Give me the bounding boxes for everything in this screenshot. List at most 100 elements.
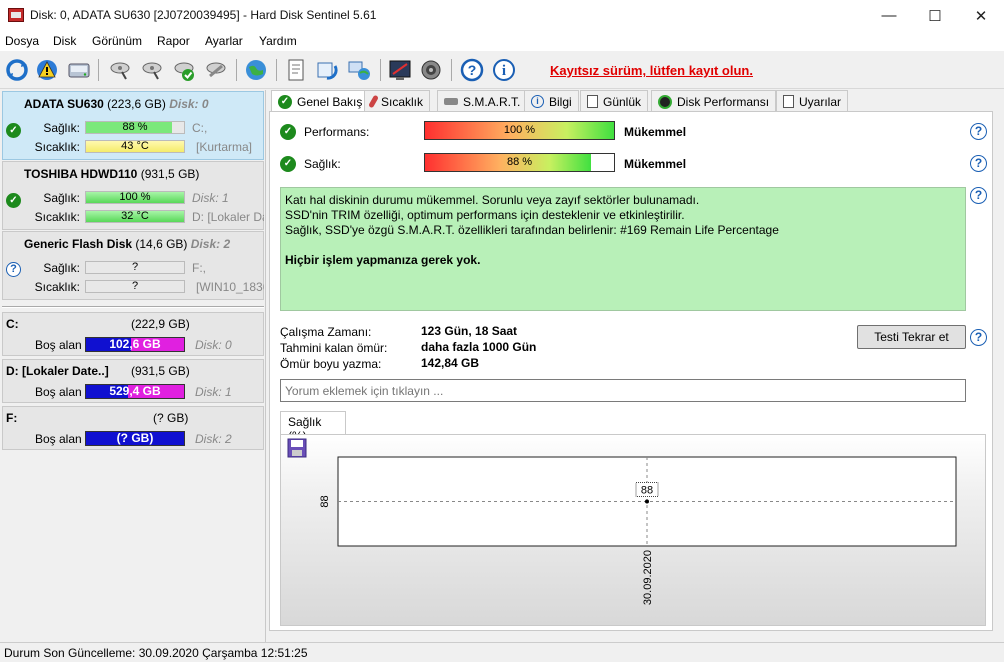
menu-disk[interactable]: Disk	[53, 34, 76, 48]
disk-name: TOSHIBA HDWD110	[24, 167, 138, 181]
performance-ok-icon: ✓	[280, 124, 296, 140]
help-icon[interactable]: ?	[458, 56, 486, 84]
tab-label: S.M.A.R.T.	[463, 94, 521, 109]
tab-disk-performance[interactable]: Disk Performansı	[651, 90, 777, 112]
health-label: Sağlık:	[43, 261, 80, 275]
temperature-label: Sıcaklık:	[34, 280, 80, 294]
alert-refresh-icon[interactable]	[33, 56, 61, 84]
lifetime-writes-value: 142,84 GB	[421, 356, 480, 370]
health-bar: 88 %	[85, 121, 185, 134]
tab-label: Uyarılar	[799, 94, 842, 109]
info-icon: i	[531, 95, 544, 108]
send-report-icon[interactable]	[313, 56, 341, 84]
menu-gorunum[interactable]: Görünüm	[92, 34, 142, 48]
settings-icon[interactable]	[386, 56, 414, 84]
maximize-button[interactable]: ☐	[912, 0, 958, 31]
tab-smart[interactable]: S.M.A.R.T.	[437, 90, 528, 112]
registration-link[interactable]: Kayıtsız sürüm, lütfen kayıt olun.	[550, 63, 753, 78]
help-icon[interactable]: ?	[970, 155, 987, 172]
volume-card-d[interactable]: D: [Lokaler Date..] (931,5 GB) Boş alan …	[2, 359, 264, 403]
status-line: Sağlık, SSD'ye özgü S.M.A.R.T. özellikle…	[285, 223, 779, 237]
menu-dosya[interactable]: Dosya	[5, 34, 39, 48]
retest-button[interactable]: Testi Tekrar et	[857, 325, 966, 349]
log-icon	[587, 95, 598, 108]
disk-partition: [Kurtarma]	[196, 140, 253, 154]
disk-index: Disk: 2	[190, 237, 231, 251]
free-space-label: Boş alan	[35, 385, 82, 399]
menu-yardim[interactable]: Yardım	[259, 34, 297, 48]
volume-card-f[interactable]: F: (? GB) Boş alan (? GB) Disk: 2	[2, 406, 264, 450]
health-bar: 100 %	[85, 191, 185, 204]
uptime-label: Çalışma Zamanı:	[280, 325, 372, 339]
x-tick-label: 30.09.2020	[642, 550, 654, 605]
free-space-label: Boş alan	[35, 432, 82, 446]
volume-size: (222,9 GB)	[131, 317, 190, 331]
tab-alerts[interactable]: Uyarılar	[776, 90, 849, 112]
health-label: Sağlık:	[43, 191, 80, 205]
gauge-icon	[658, 94, 672, 109]
free-space-bar: 102,6 GB	[85, 337, 185, 352]
disk-erase-icon[interactable]	[202, 56, 230, 84]
tab-temperature[interactable]: Sıcaklık	[364, 90, 431, 112]
health-bar: 88 %	[424, 153, 615, 172]
tab-info[interactable]: i Bilgi	[524, 90, 579, 112]
disk-partition: D: [Lokaler Da	[192, 210, 264, 224]
thermometer-icon	[368, 94, 379, 109]
app-logo-icon	[8, 8, 24, 22]
globe-icon[interactable]	[242, 56, 270, 84]
health-rating: Mükemmel	[624, 157, 687, 171]
performance-value: 100 %	[503, 124, 536, 136]
toolbar: ? i	[0, 51, 1004, 89]
disk-tool-2-icon[interactable]	[138, 56, 166, 84]
disk-card-flash[interactable]: Generic Flash Disk (14,6 GB) Disk: 2 ? S…	[2, 231, 264, 300]
remaining-life-value: daha fazla 1000 Gün	[421, 340, 537, 354]
volume-size: (? GB)	[153, 411, 189, 425]
report-icon[interactable]	[282, 56, 310, 84]
y-tick-label: 88	[319, 495, 331, 507]
chart-svg: 88 88 30.09.2020	[319, 456, 957, 605]
divider	[2, 306, 264, 308]
disk-size: (223,6 GB)	[107, 97, 166, 111]
remaining-life-label: Tahmini kalan ömür:	[280, 341, 388, 355]
uptime-value: 123 Gün, 18 Saat	[421, 324, 518, 338]
status-action: Hiçbir işlem yapmanıza gerek yok.	[285, 253, 481, 267]
free-space-bar: 529,4 GB	[85, 384, 185, 399]
disk-size: (14,6 GB)	[135, 237, 188, 251]
help-icon[interactable]: ?	[970, 123, 987, 140]
disk-card-toshiba[interactable]: TOSHIBA HDWD110 (931,5 GB) ✓ Sağlık: 100…	[2, 161, 264, 230]
network-report-icon[interactable]	[345, 56, 373, 84]
tab-log[interactable]: Günlük	[580, 90, 649, 112]
disk-index: Disk: 1	[192, 191, 229, 205]
menu-ayarlar[interactable]: Ayarlar	[205, 34, 243, 48]
disk-info-icon[interactable]	[65, 56, 93, 84]
health-label: Sağlık:	[304, 157, 341, 171]
sound-icon[interactable]	[417, 56, 445, 84]
refresh-icon[interactable]	[3, 56, 31, 84]
volume-disk: Disk: 2	[195, 432, 232, 446]
menu-rapor[interactable]: Rapor	[157, 34, 190, 48]
smart-icon	[444, 98, 458, 105]
disk-tool-1-icon[interactable]	[106, 56, 134, 84]
disk-index: Disk: 0	[169, 97, 209, 111]
menu-bar: Dosya Disk Görünüm Rapor Ayarlar Yardım	[0, 31, 1004, 51]
minimize-button[interactable]: —	[866, 0, 912, 31]
alerts-icon	[783, 95, 794, 108]
disk-check-icon[interactable]	[170, 56, 198, 84]
tab-strip: ✓ Genel Bakış Sıcaklık S.M.A.R.T. i Bilg…	[269, 90, 1004, 113]
comment-input[interactable]	[280, 379, 966, 402]
help-icon[interactable]: ?	[970, 329, 987, 346]
close-button[interactable]: ✕	[958, 0, 1004, 31]
disk-card-adata[interactable]: ADATA SU630 (223,6 GB) Disk: 0 ✓ Sağlık:…	[2, 91, 264, 160]
temperature-label: Sıcaklık:	[34, 140, 80, 154]
status-ok-icon: ✓	[6, 123, 21, 138]
about-icon[interactable]: i	[490, 56, 518, 84]
volume-size: (931,5 GB)	[131, 364, 190, 378]
tab-overview[interactable]: ✓ Genel Bakış	[271, 90, 370, 113]
data-point	[645, 499, 649, 504]
volume-card-c[interactable]: C: (222,9 GB) Boş alan 102,6 GB Disk: 0	[2, 312, 264, 356]
help-icon[interactable]: ?	[970, 187, 987, 204]
disk-partition: [WIN10_1836	[196, 280, 264, 294]
svg-text:?: ?	[468, 62, 477, 78]
chart-tab-health[interactable]: Sağlık (%)	[280, 411, 346, 443]
temperature-bar: ?	[85, 280, 185, 293]
